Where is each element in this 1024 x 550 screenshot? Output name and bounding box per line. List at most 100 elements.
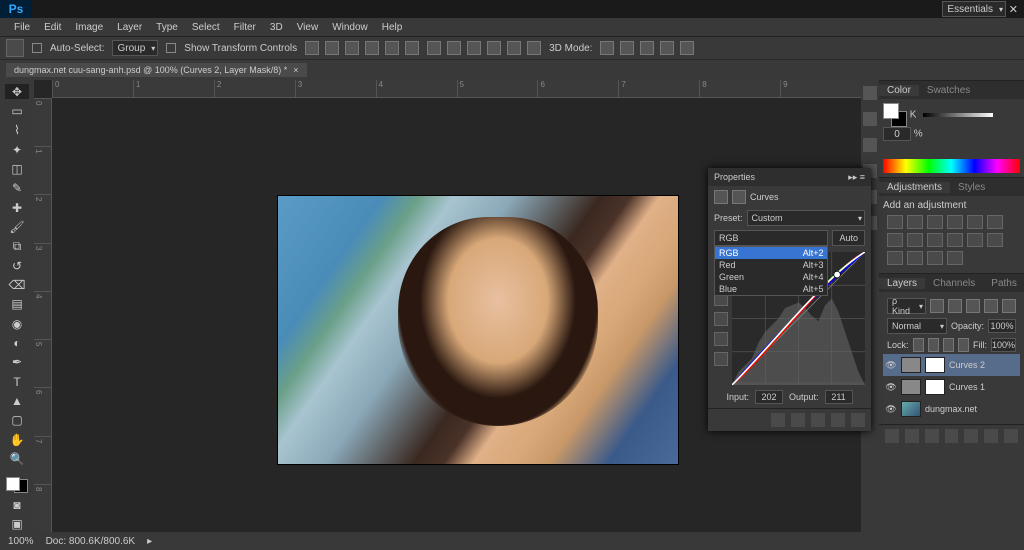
vibrance-icon[interactable] — [967, 215, 983, 229]
channel-dropdown-value[interactable]: RGB — [714, 230, 828, 246]
layer-name[interactable]: dungmax.net — [925, 404, 977, 414]
foreground-background-swatch[interactable] — [6, 477, 28, 494]
align-icon[interactable] — [305, 41, 319, 55]
posterize-icon[interactable] — [887, 251, 903, 265]
zoom-tool[interactable]: 🔍 — [5, 451, 29, 466]
tab-styles[interactable]: Styles — [950, 182, 993, 193]
panel-collapse-icon[interactable]: ▸▸ ≡ — [848, 172, 865, 183]
gradient-map-icon[interactable] — [927, 251, 943, 265]
menu-image[interactable]: Image — [69, 22, 109, 33]
hand-tool[interactable]: ✋ — [5, 432, 29, 447]
menu-layer[interactable]: Layer — [111, 22, 148, 33]
brightness-contrast-icon[interactable] — [887, 215, 903, 229]
eraser-tool[interactable]: ⌫ — [5, 277, 29, 292]
opacity-field[interactable]: 100% — [988, 319, 1016, 333]
channel-dropdown[interactable]: RGB RGBAlt+2 RedAlt+3 GreenAlt+4 BlueAlt… — [714, 230, 828, 246]
lock-pixels-icon[interactable] — [928, 338, 939, 352]
layer-row[interactable]: 👁 dungmax.net — [883, 398, 1020, 420]
adjustment-thumb[interactable] — [901, 379, 921, 395]
path-selection-tool[interactable]: ▲ — [5, 393, 29, 408]
3d-icon[interactable] — [640, 41, 654, 55]
channel-option-blue[interactable]: BlueAlt+5 — [715, 283, 827, 295]
image-thumb[interactable] — [901, 401, 921, 417]
eyedropper-tool[interactable]: ✎ — [5, 181, 29, 196]
shape-tool[interactable]: ▢ — [5, 413, 29, 428]
toggle-visibility-icon[interactable] — [831, 413, 845, 427]
layer-mask-icon[interactable] — [925, 429, 939, 443]
foreground-color[interactable] — [6, 477, 20, 491]
marquee-tool[interactable]: ▭ — [5, 103, 29, 118]
selective-color-icon[interactable] — [947, 251, 963, 265]
magic-wand-tool[interactable]: ✦ — [5, 142, 29, 157]
filter-shape-icon[interactable] — [984, 299, 998, 313]
k-value-field[interactable]: 0 — [883, 127, 911, 141]
mask-thumb[interactable] — [925, 379, 945, 395]
layer-filter-dropdown[interactable]: ρ Kind — [887, 298, 926, 314]
delete-layer-icon[interactable] — [1004, 429, 1018, 443]
distribute-icon[interactable] — [447, 41, 461, 55]
distribute-icon[interactable] — [467, 41, 481, 55]
menu-view[interactable]: View — [291, 22, 325, 33]
type-tool[interactable]: T — [5, 374, 29, 389]
quick-mask-tool[interactable]: ◙ — [5, 497, 29, 512]
filter-smart-icon[interactable] — [1002, 299, 1016, 313]
tab-color[interactable]: Color — [879, 85, 919, 96]
delete-adjustment-icon[interactable] — [851, 413, 865, 427]
auto-select-dropdown[interactable]: Group — [112, 40, 158, 56]
dock-icon[interactable] — [863, 138, 877, 152]
exposure-icon[interactable] — [947, 215, 963, 229]
fg-color-swatch[interactable] — [883, 103, 899, 119]
dock-icon[interactable] — [863, 86, 877, 100]
menu-help[interactable]: Help — [376, 22, 409, 33]
show-transform-checkbox[interactable] — [166, 43, 176, 53]
layer-style-icon[interactable] — [905, 429, 919, 443]
clone-stamp-tool[interactable]: ⧉ — [5, 239, 29, 254]
color-lookup-icon[interactable] — [967, 233, 983, 247]
tab-adjustments[interactable]: Adjustments — [879, 182, 950, 193]
link-layers-icon[interactable] — [885, 429, 899, 443]
doc-info-arrow-icon[interactable]: ▸ — [147, 536, 152, 547]
output-field[interactable]: 211 — [825, 390, 853, 404]
gradient-tool[interactable]: ▤ — [5, 297, 29, 312]
layer-name[interactable]: Curves 2 — [949, 360, 985, 370]
hue-sat-icon[interactable] — [987, 215, 1003, 229]
clip-to-layer-icon[interactable] — [771, 413, 785, 427]
3d-icon[interactable] — [660, 41, 674, 55]
align-icon[interactable] — [345, 41, 359, 55]
canvas-image[interactable] — [278, 196, 678, 464]
canvas-area[interactable]: 0123456789 012345678 Properties ▸▸ ≡ Cur… — [34, 80, 861, 532]
k-slider[interactable] — [923, 113, 993, 117]
tab-paths[interactable]: Paths — [983, 278, 1024, 289]
3d-icon[interactable] — [620, 41, 634, 55]
move-tool[interactable]: ✥ — [5, 84, 29, 99]
draw-curve-tool[interactable] — [714, 352, 728, 366]
layer-row[interactable]: 👁 Curves 1 — [883, 376, 1020, 398]
align-icon[interactable] — [365, 41, 379, 55]
sample-black-tool[interactable] — [714, 312, 728, 326]
auto-button[interactable]: Auto — [832, 230, 865, 246]
blur-tool[interactable]: ◉ — [5, 316, 29, 331]
levels-icon[interactable] — [907, 215, 923, 229]
crop-tool[interactable]: ◫ — [5, 161, 29, 176]
document-tab[interactable]: dungmax.net cuu-sang-anh.psd @ 100% (Cur… — [6, 63, 307, 77]
workspace-selector[interactable]: Essentials — [942, 1, 1006, 17]
auto-select-checkbox[interactable] — [32, 43, 42, 53]
new-fill-adjust-icon[interactable] — [945, 429, 959, 443]
layer-row[interactable]: 👁 Curves 2 — [883, 354, 1020, 376]
3d-icon[interactable] — [600, 41, 614, 55]
curves-adj-icon[interactable] — [927, 215, 943, 229]
adjustment-thumb[interactable] — [901, 357, 921, 373]
menu-file[interactable]: File — [8, 22, 36, 33]
input-field[interactable]: 202 — [755, 390, 783, 404]
layer-visibility-icon[interactable]: 👁 — [885, 382, 897, 393]
lasso-tool[interactable]: ⌇ — [5, 123, 29, 138]
menu-filter[interactable]: Filter — [228, 22, 262, 33]
photo-filter-icon[interactable] — [927, 233, 943, 247]
3d-icon[interactable] — [680, 41, 694, 55]
document-tab-close-icon[interactable]: × — [293, 65, 298, 75]
healing-brush-tool[interactable]: ✚ — [5, 200, 29, 215]
menu-window[interactable]: Window — [326, 22, 374, 33]
preset-dropdown[interactable]: Custom — [747, 210, 865, 226]
new-group-icon[interactable] — [964, 429, 978, 443]
align-icon[interactable] — [325, 41, 339, 55]
